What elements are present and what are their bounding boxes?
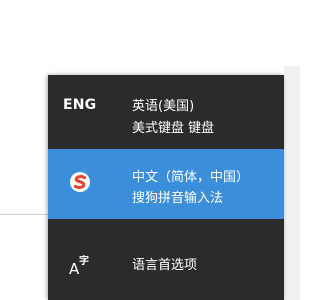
language-name: 中文（简体，中国） bbox=[132, 170, 250, 185]
language-name: 英语(美国) bbox=[132, 99, 195, 114]
keyboard-name: 搜狗拼音输入法 bbox=[132, 191, 224, 206]
language-item-chinese[interactable]: 中文（简体，中国） 搜狗拼音输入法 bbox=[48, 149, 284, 219]
sogou-pinyin-icon bbox=[70, 172, 90, 192]
pref-icon-glyph-big: A bbox=[69, 260, 80, 278]
background-divider bbox=[0, 214, 48, 215]
language-item-english[interactable]: ENG 英语(美国) 美式键盘 键盘 bbox=[48, 75, 284, 149]
language-preferences-icon: 字 A bbox=[65, 252, 93, 280]
language-preferences-link[interactable]: 字 A 语言首选项 bbox=[48, 219, 284, 300]
pref-icon-glyph-small: 字 bbox=[79, 256, 89, 267]
language-flyout: ENG 英语(美国) 美式键盘 键盘 中文（简体，中国） 搜狗拼音输入法 字 A… bbox=[48, 75, 284, 300]
language-preferences-label: 语言首选项 bbox=[132, 258, 198, 273]
language-code: ENG bbox=[63, 97, 97, 113]
keyboard-name: 美式键盘 键盘 bbox=[132, 121, 215, 136]
background-panel-edge bbox=[284, 66, 300, 300]
